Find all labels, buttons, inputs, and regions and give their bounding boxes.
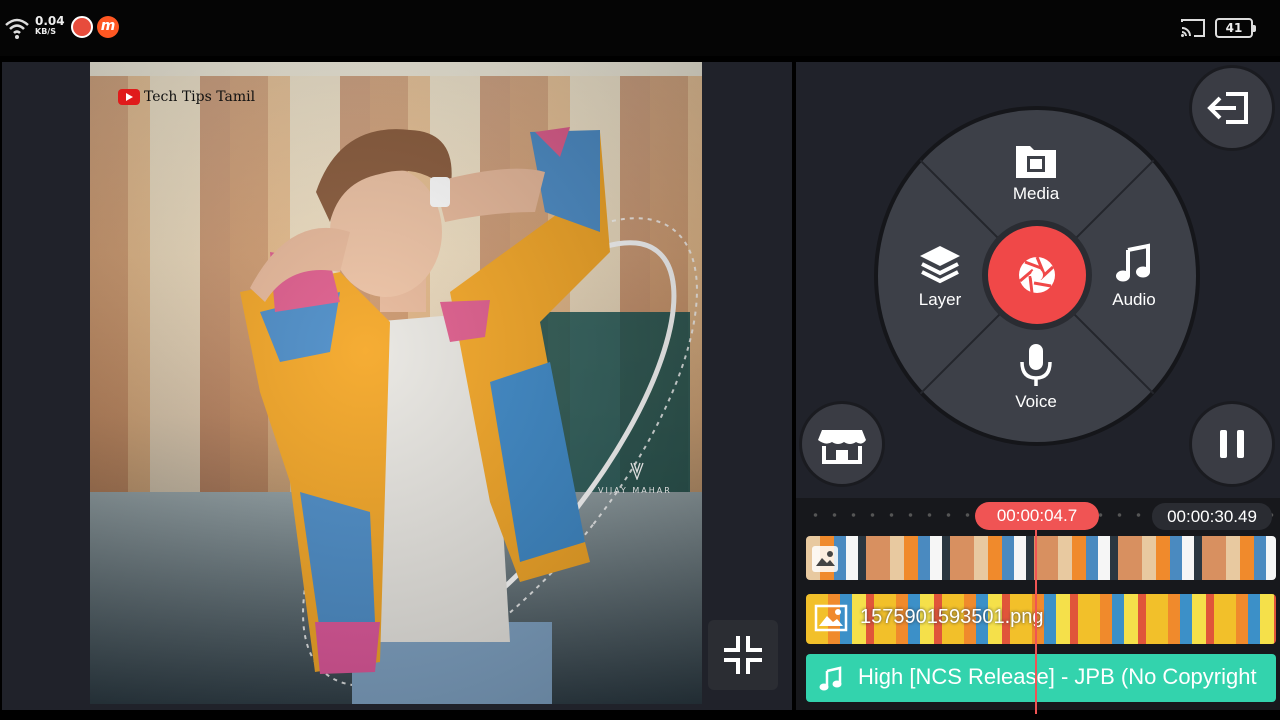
image-clip-icon [812,546,838,572]
shrink-preview-button[interactable] [708,620,778,690]
cast-icon [1181,19,1205,37]
network-speed-unit: KB/S [35,27,56,36]
battery-level: 41 [1215,18,1256,38]
image-layer-label: 1575901593501.png [860,606,1044,628]
notification-m-icon: m [97,16,119,38]
wheel-layer-button[interactable]: Layer [890,242,990,310]
signature-logo-icon [630,462,644,480]
wheel-media-button[interactable]: Media [986,140,1086,204]
layers-icon [920,246,960,284]
wheel-audio-button[interactable]: Audio [1084,242,1184,310]
store-icon [818,430,866,464]
status-bar: 0.04 KB/S m 41 [0,0,1280,56]
wifi-icon [5,18,29,39]
image-layer-icon [814,604,848,632]
asset-store-button[interactable] [802,404,882,484]
network-speed: 0.04 KB/S [35,15,65,37]
shrink-icon [724,636,762,674]
exit-icon [1207,92,1248,124]
audio-track-label: High [NCS Release] - JPB (No Copyright [858,664,1257,689]
music-note-icon [1116,243,1150,282]
network-speed-value: 0.04 [35,14,65,28]
wheel-voice-button[interactable]: Voice [986,342,1086,412]
preview-image[interactable] [90,62,702,704]
music-note-icon [819,666,842,691]
current-time: 00:00:04.7 [975,502,1099,530]
playhead[interactable] [1035,528,1037,714]
wheel-layer-label: Layer [918,290,962,309]
preview-vignette [90,62,702,704]
watermark: Tech Tips Tamil [118,89,255,105]
pause-icon [1220,430,1244,458]
video-track-clip[interactable] [806,536,1276,580]
youtube-icon [118,89,140,105]
wheel-voice-label: Voice [1015,392,1057,411]
record-capture-button[interactable] [988,226,1086,324]
exit-button[interactable] [1192,68,1272,148]
signature-text: VIJAY MAHAR [598,486,672,495]
camera-shutter-icon [1019,256,1055,294]
wheel-audio-label: Audio [1112,290,1156,309]
notification-app-icon [71,16,93,38]
total-duration: 00:00:30.49 [1152,503,1272,530]
wheel-media-label: Media [1012,184,1060,203]
microphone-icon [1020,344,1052,386]
film-folder-icon [1016,146,1056,178]
watermark-text: Tech Tips Tamil [144,89,256,105]
pause-button[interactable] [1192,404,1272,484]
